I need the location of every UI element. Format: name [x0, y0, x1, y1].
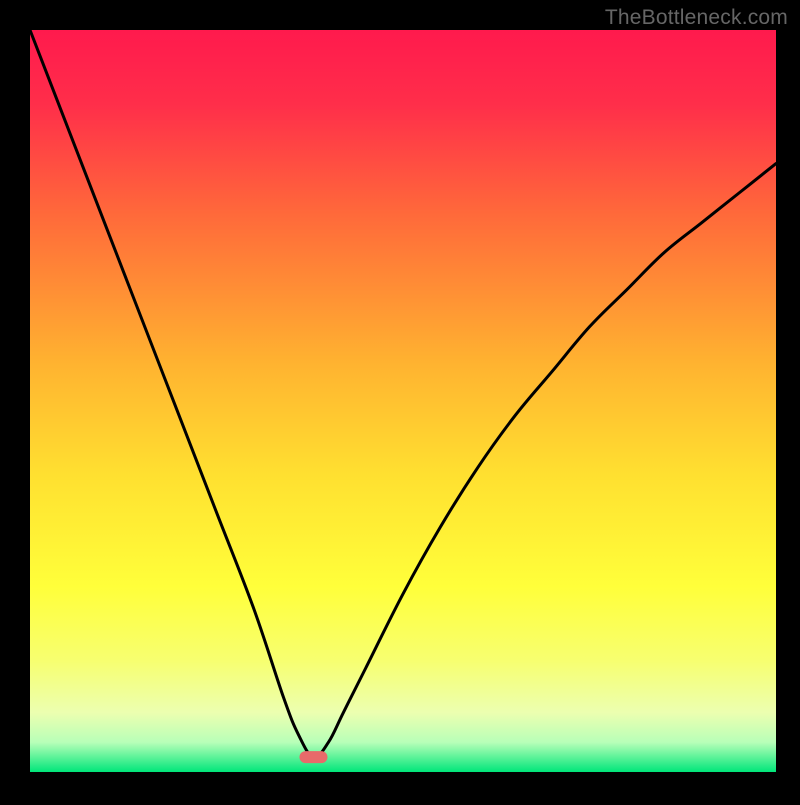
minimum-marker: [299, 751, 327, 763]
watermark-text: TheBottleneck.com: [605, 6, 788, 30]
chart-svg: [0, 0, 800, 800]
plot-background: [30, 30, 776, 772]
bottleneck-chart: TheBottleneck.com: [0, 0, 800, 800]
